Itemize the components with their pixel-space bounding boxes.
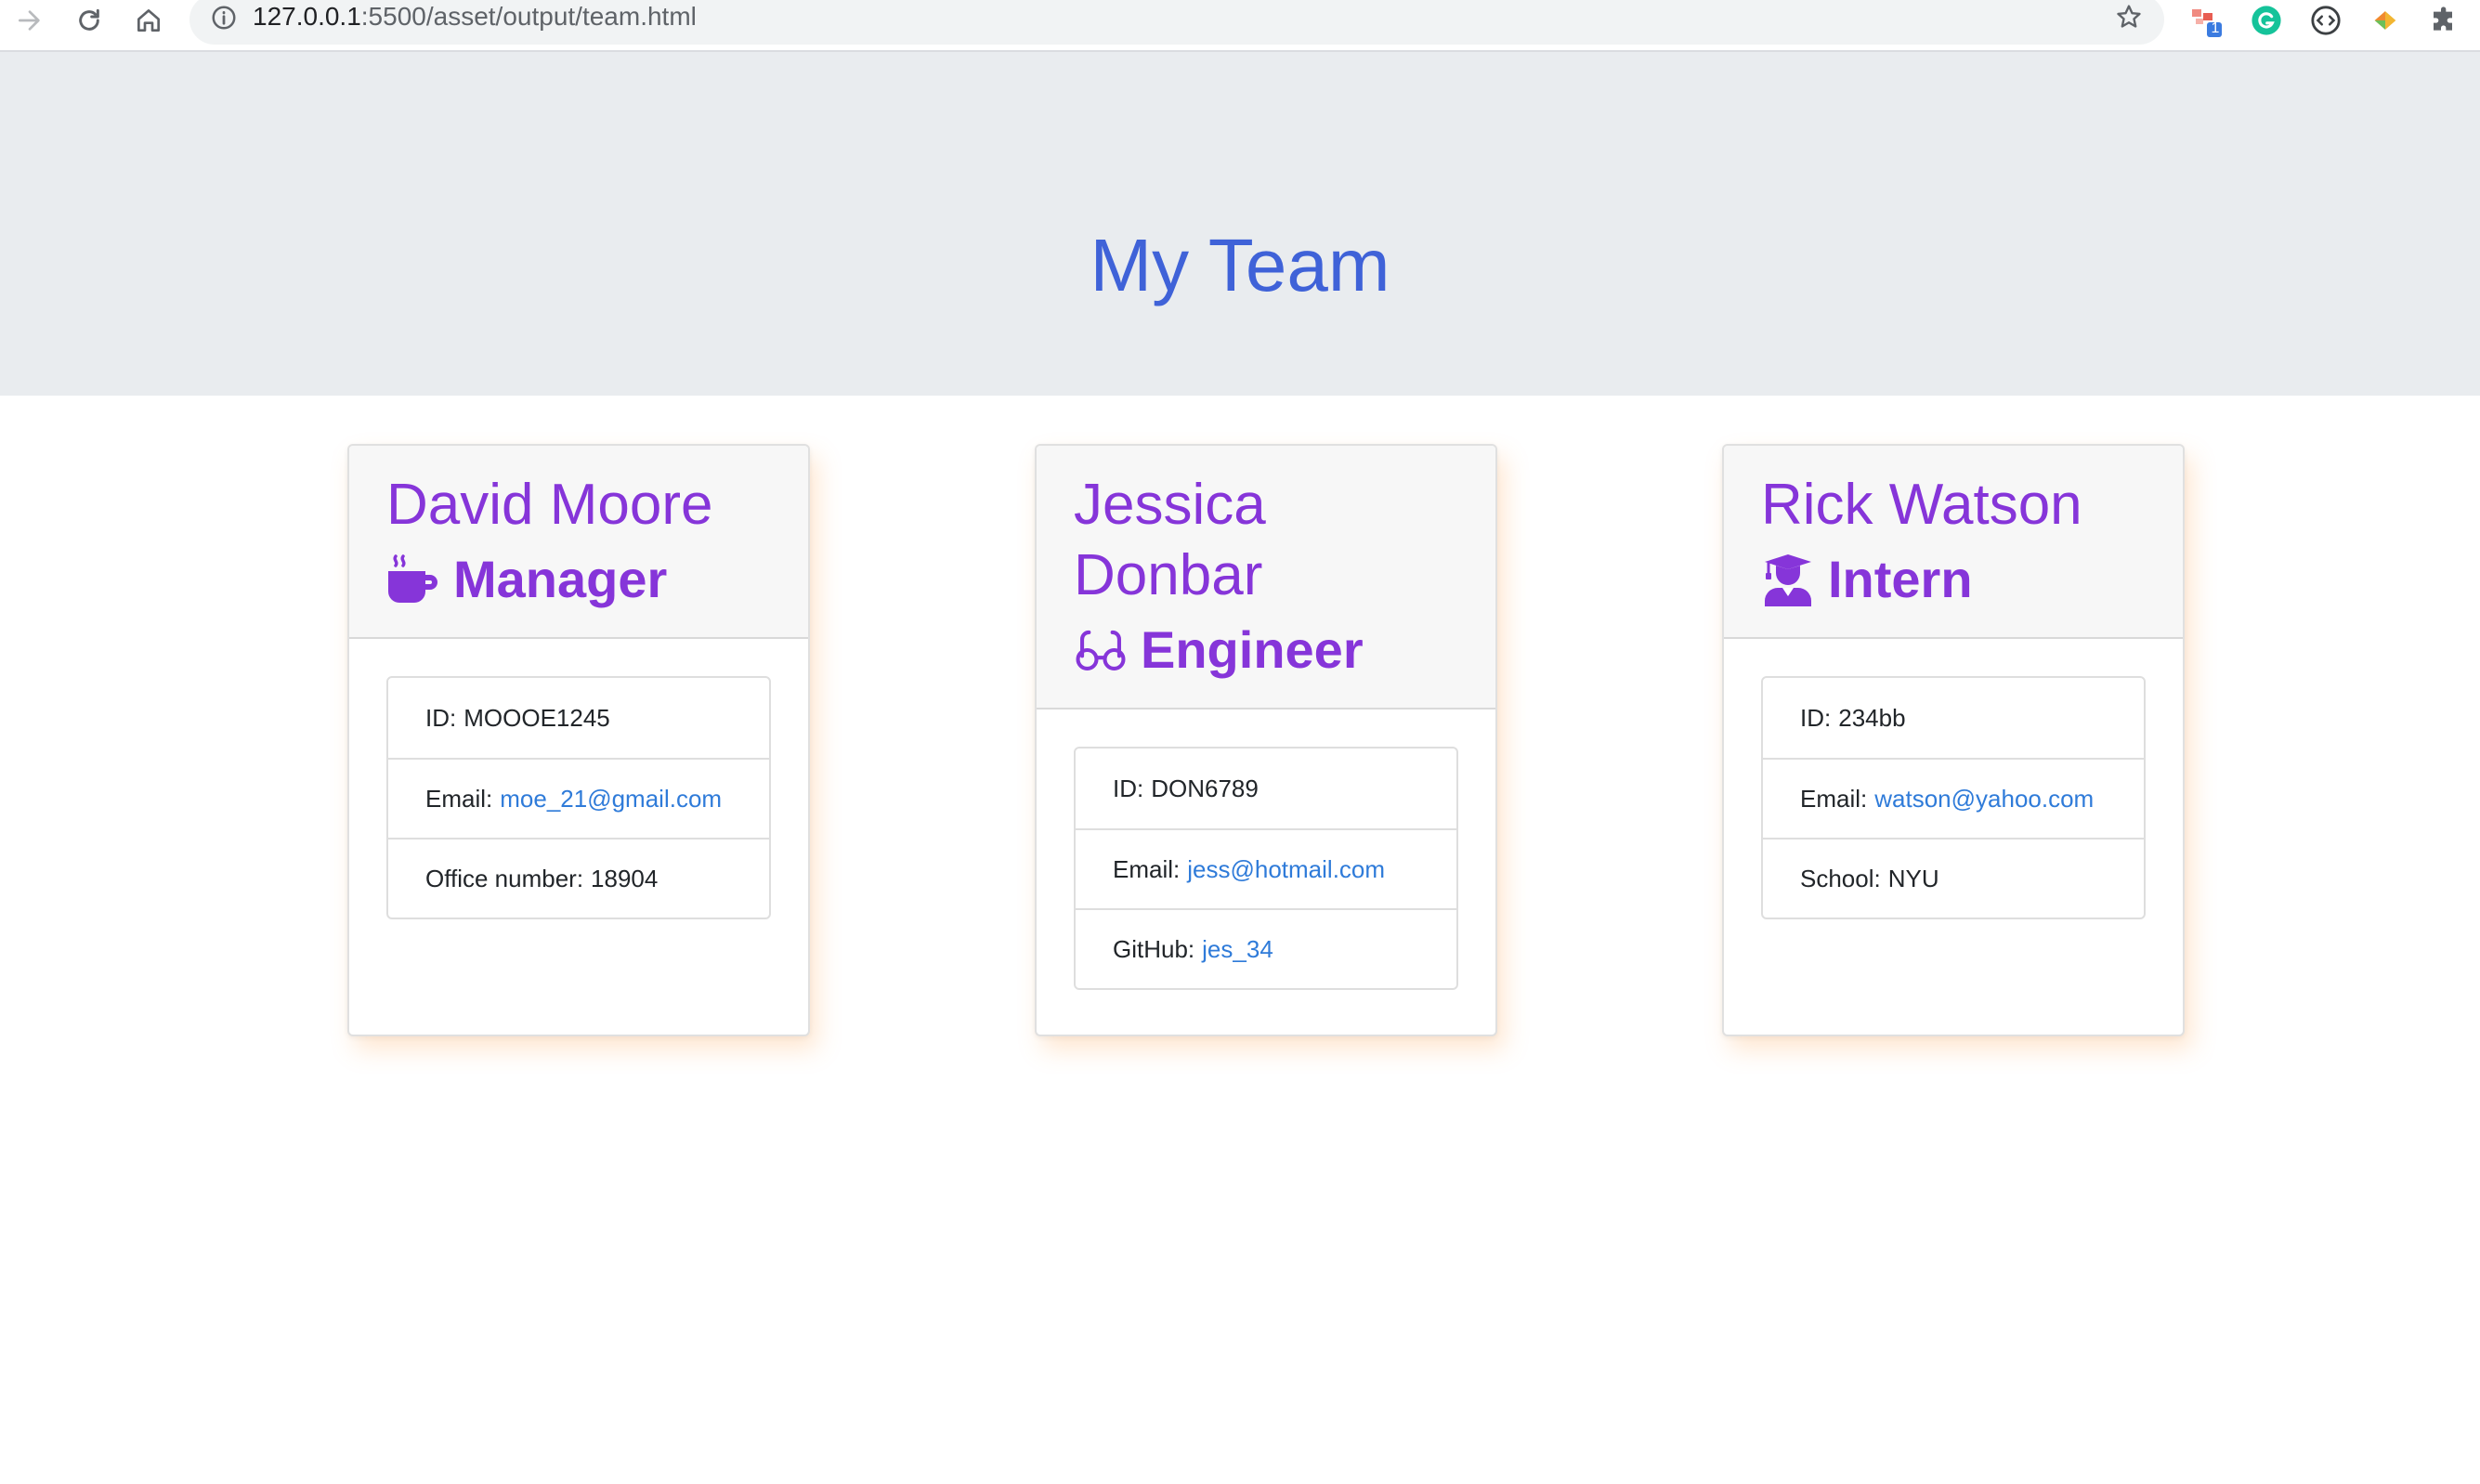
home-icon — [137, 8, 160, 32]
arrow-right-icon — [19, 10, 40, 31]
graduate-icon — [1761, 553, 1815, 606]
list-item-email: Email: moe_21@gmail.com — [388, 758, 769, 838]
email-link[interactable]: moe_21@gmail.com — [500, 785, 722, 814]
header-banner: My Team — [0, 52, 2480, 396]
list-item-email: Email: watson@yahoo.com — [1763, 758, 2144, 838]
bookmark-star-icon[interactable] — [2114, 2, 2144, 36]
email-label: Email: — [1113, 854, 1181, 883]
home-button[interactable] — [128, 0, 169, 41]
extensions-menu-button[interactable] — [2426, 2, 2463, 39]
email-label: Email: — [425, 784, 493, 813]
employee-details-list: ID: 234bb Email: watson@yahoo.com School… — [1761, 676, 2146, 919]
coffee-mug-icon — [386, 553, 440, 606]
address-bar[interactable]: 127.0.0.1:5500/asset/output/team.html — [189, 0, 2164, 45]
card-body: ID: MOOOE1245 Email: moe_21@gmail.com Of… — [349, 639, 808, 957]
card-header: Jessica Donbar Engineer — [1037, 446, 1495, 709]
role-label: Manager — [453, 550, 668, 608]
forward-button[interactable] — [9, 0, 50, 41]
extension-code-button[interactable] — [2307, 2, 2344, 39]
role-label: Engineer — [1141, 620, 1364, 679]
url-text[interactable]: 127.0.0.1:5500/asset/output/team.html — [253, 0, 697, 35]
id-value: MOOOE1245 — [463, 703, 610, 732]
school-label: School: — [1800, 864, 1881, 892]
list-item-id: ID: DON6789 — [1076, 749, 1456, 828]
email-link[interactable]: watson@yahoo.com — [1874, 785, 2094, 814]
github-label: GitHub: — [1113, 934, 1195, 963]
code-extension-icon — [2311, 6, 2341, 35]
list-item-id: ID: MOOOE1245 — [388, 678, 769, 758]
card-body: ID: DON6789 Email: jess@hotmail.com GitH… — [1037, 709, 1495, 1027]
employee-name: David Moore — [386, 473, 713, 537]
email-label: Email: — [1800, 784, 1868, 813]
email-link[interactable]: jess@hotmail.com — [1187, 855, 1385, 884]
diamond-extension-icon — [2374, 11, 2396, 30]
employee-role: Engineer — [1074, 618, 1458, 682]
grammarly-icon — [2252, 6, 2281, 35]
browser-toolbar: 127.0.0.1:5500/asset/output/team.html 1 — [0, 0, 2480, 52]
list-item-email: Email: jess@hotmail.com — [1076, 828, 1456, 908]
id-label: ID: — [1113, 774, 1144, 802]
list-item-github: GitHub: jes_34 — [1076, 908, 1456, 988]
url-host: 127.0.0.1 — [253, 2, 361, 31]
page-title: My Team — [1090, 224, 1390, 306]
employee-card-intern: Rick Watson Intern ID: 234bb Email: wats… — [1722, 444, 2185, 1036]
employee-role: Manager — [386, 548, 771, 611]
extension-badge: 1 — [2211, 20, 2220, 36]
employee-details-list: ID: DON6789 Email: jess@hotmail.com GitH… — [1074, 747, 1458, 990]
id-label: ID: — [1800, 703, 1832, 732]
id-value: DON6789 — [1151, 774, 1259, 802]
puzzle-icon — [2434, 7, 2452, 31]
extension-grammarly-button[interactable] — [2248, 2, 2285, 39]
card-header: David Moore Manager — [349, 446, 808, 639]
employee-card-manager: David Moore Manager ID: MOOOE1245 Email:… — [347, 444, 810, 1036]
site-info-icon[interactable] — [210, 4, 238, 36]
list-item-id: ID: 234bb — [1763, 678, 2144, 758]
extension-diamond-button[interactable] — [2367, 2, 2404, 39]
card-header: Rick Watson Intern — [1724, 446, 2183, 639]
office-number-label: Office number: — [425, 864, 584, 892]
id-label: ID: — [425, 703, 457, 732]
employee-details-list: ID: MOOOE1245 Email: moe_21@gmail.com Of… — [386, 676, 771, 919]
employee-role: Intern — [1761, 548, 2146, 611]
school-value: NYU — [1887, 864, 1939, 892]
url-path: :5500/asset/output/team.html — [360, 2, 697, 31]
office-number-value: 18904 — [591, 864, 659, 892]
list-item-school: School: NYU — [1763, 838, 2144, 918]
employee-name: Jessica Donbar — [1074, 473, 1266, 607]
glasses-icon — [1074, 623, 1128, 677]
role-label: Intern — [1828, 550, 1973, 608]
list-item-office-number: Office number: 18904 — [388, 838, 769, 918]
employee-card-engineer: Jessica Donbar Engineer ID: DON6789 Emai… — [1035, 444, 1497, 1036]
employee-name: Rick Watson — [1761, 473, 2082, 537]
id-value: 234bb — [1838, 703, 1906, 732]
card-body: ID: 234bb Email: watson@yahoo.com School… — [1724, 639, 2183, 957]
github-link[interactable]: jes_34 — [1202, 935, 1273, 964]
reload-button[interactable] — [69, 0, 110, 41]
extension-tracker-button[interactable]: 1 — [2188, 2, 2225, 39]
reload-icon — [79, 8, 99, 31]
